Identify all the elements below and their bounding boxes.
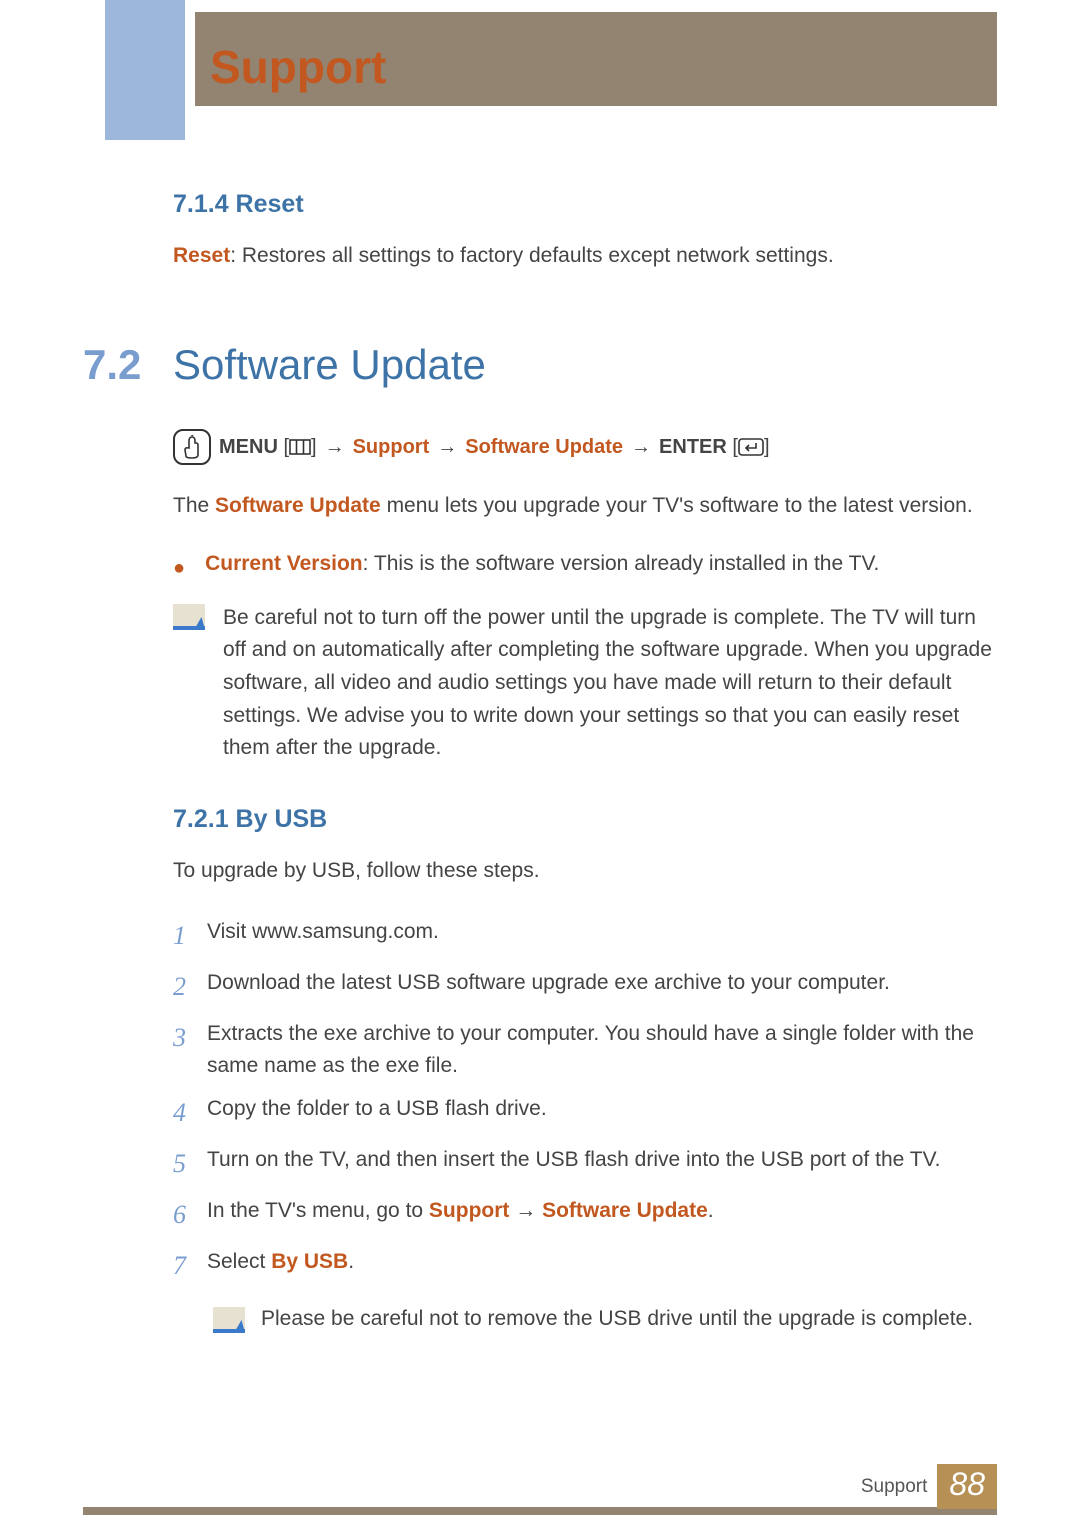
- arrow-icon: →: [325, 436, 345, 459]
- step-text: Visit www.samsung.com.: [207, 916, 997, 948]
- arrow-icon: →: [631, 436, 651, 459]
- menu-navigation-path: MENU [ ] → Support → Software Update → E…: [173, 429, 997, 465]
- reset-keyword: Reset: [173, 244, 230, 267]
- step6-arrow: →: [509, 1199, 542, 1222]
- enter-label: ENTER: [659, 436, 727, 459]
- step-number: 2: [173, 967, 207, 1006]
- usb-steps-list: 1Visit www.samsung.com. 2Download the la…: [173, 916, 997, 1285]
- step-text: In the TV's menu, go to Support → Softwa…: [207, 1195, 997, 1227]
- step-number: 1: [173, 916, 207, 955]
- bracket-close: ]: [311, 436, 317, 459]
- page-content: 7.1.4 Reset Reset: Restores all settings…: [83, 190, 997, 1333]
- note-icon: [213, 1307, 245, 1333]
- footer-label: Support: [861, 1476, 928, 1498]
- step-2: 2Download the latest USB software upgrad…: [173, 967, 997, 1006]
- current-version-bullet: ● Current Version: This is the software …: [173, 552, 997, 578]
- note-icon: [173, 604, 205, 630]
- step7-period: .: [348, 1250, 354, 1273]
- step6-support: Support: [429, 1199, 509, 1222]
- bracket-close: ]: [764, 436, 770, 459]
- header-tab: [105, 0, 185, 140]
- software-update-intro: The Software Update menu lets you upgrad…: [173, 491, 997, 521]
- by-usb-intro: To upgrade by USB, follow these steps.: [173, 856, 997, 886]
- reset-description: Reset: Restores all settings to factory …: [173, 241, 997, 271]
- step-5: 5Turn on the TV, and then insert the USB…: [173, 1144, 997, 1183]
- step-number: 5: [173, 1144, 207, 1183]
- arrow-icon: →: [437, 436, 457, 459]
- step7-by-usb: By USB: [271, 1250, 348, 1273]
- section-7-2: 7.2 Software Update: [83, 341, 997, 389]
- enter-icon: [738, 438, 764, 456]
- step-number: 7: [173, 1246, 207, 1285]
- step6-period: .: [708, 1199, 714, 1222]
- path-software-update: Software Update: [465, 436, 623, 459]
- step-text: Copy the folder to a USB flash drive.: [207, 1093, 997, 1125]
- path-support: Support: [353, 436, 430, 459]
- step-number: 3: [173, 1018, 207, 1057]
- step6-prefix: In the TV's menu, go to: [207, 1199, 429, 1222]
- step-3: 3Extracts the exe archive to your comput…: [173, 1018, 997, 1081]
- step6-software-update: Software Update: [542, 1199, 708, 1222]
- note-text-1: Be careful not to turn off the power unt…: [223, 602, 997, 765]
- note-block-1: Be careful not to turn off the power unt…: [173, 602, 997, 765]
- page-footer: Support 88: [861, 1464, 997, 1509]
- step-text: Turn on the TV, and then insert the USB …: [207, 1144, 997, 1176]
- reset-desc-text: : Restores all settings to factory defau…: [230, 244, 833, 267]
- step-6: 6 In the TV's menu, go to Support → Soft…: [173, 1195, 997, 1234]
- section-number: 7.2: [83, 341, 173, 389]
- step-number: 4: [173, 1093, 207, 1132]
- intro-suffix: menu lets you upgrade your TV's software…: [381, 494, 973, 517]
- note-block-2: Please be careful not to remove the USB …: [213, 1305, 997, 1333]
- step-text: Extracts the exe archive to your compute…: [207, 1018, 997, 1081]
- page-number: 88: [937, 1464, 997, 1509]
- menu-grid-icon: [289, 439, 311, 455]
- bullet-icon: ●: [173, 558, 185, 578]
- intro-prefix: The: [173, 494, 215, 517]
- step-number: 6: [173, 1195, 207, 1234]
- intro-highlight: Software Update: [215, 494, 381, 517]
- menu-label: MENU: [219, 436, 278, 459]
- step-text: Select By USB.: [207, 1246, 997, 1278]
- step-1: 1Visit www.samsung.com.: [173, 916, 997, 955]
- chapter-title: Support: [210, 40, 386, 94]
- cv-desc: : This is the software version already i…: [363, 552, 880, 575]
- step-4: 4Copy the folder to a USB flash drive.: [173, 1093, 997, 1132]
- heading-7-2-1: 7.2.1 By USB: [173, 805, 997, 834]
- step-7: 7 Select By USB.: [173, 1246, 997, 1285]
- step-text: Download the latest USB software upgrade…: [207, 967, 997, 999]
- cv-label: Current Version: [205, 552, 363, 575]
- note-text-2: Please be careful not to remove the USB …: [261, 1307, 973, 1331]
- heading-7-1-4: 7.1.4 Reset: [173, 190, 997, 219]
- remote-hand-icon: [173, 429, 211, 465]
- step7-prefix: Select: [207, 1250, 271, 1273]
- section-title: Software Update: [173, 341, 486, 389]
